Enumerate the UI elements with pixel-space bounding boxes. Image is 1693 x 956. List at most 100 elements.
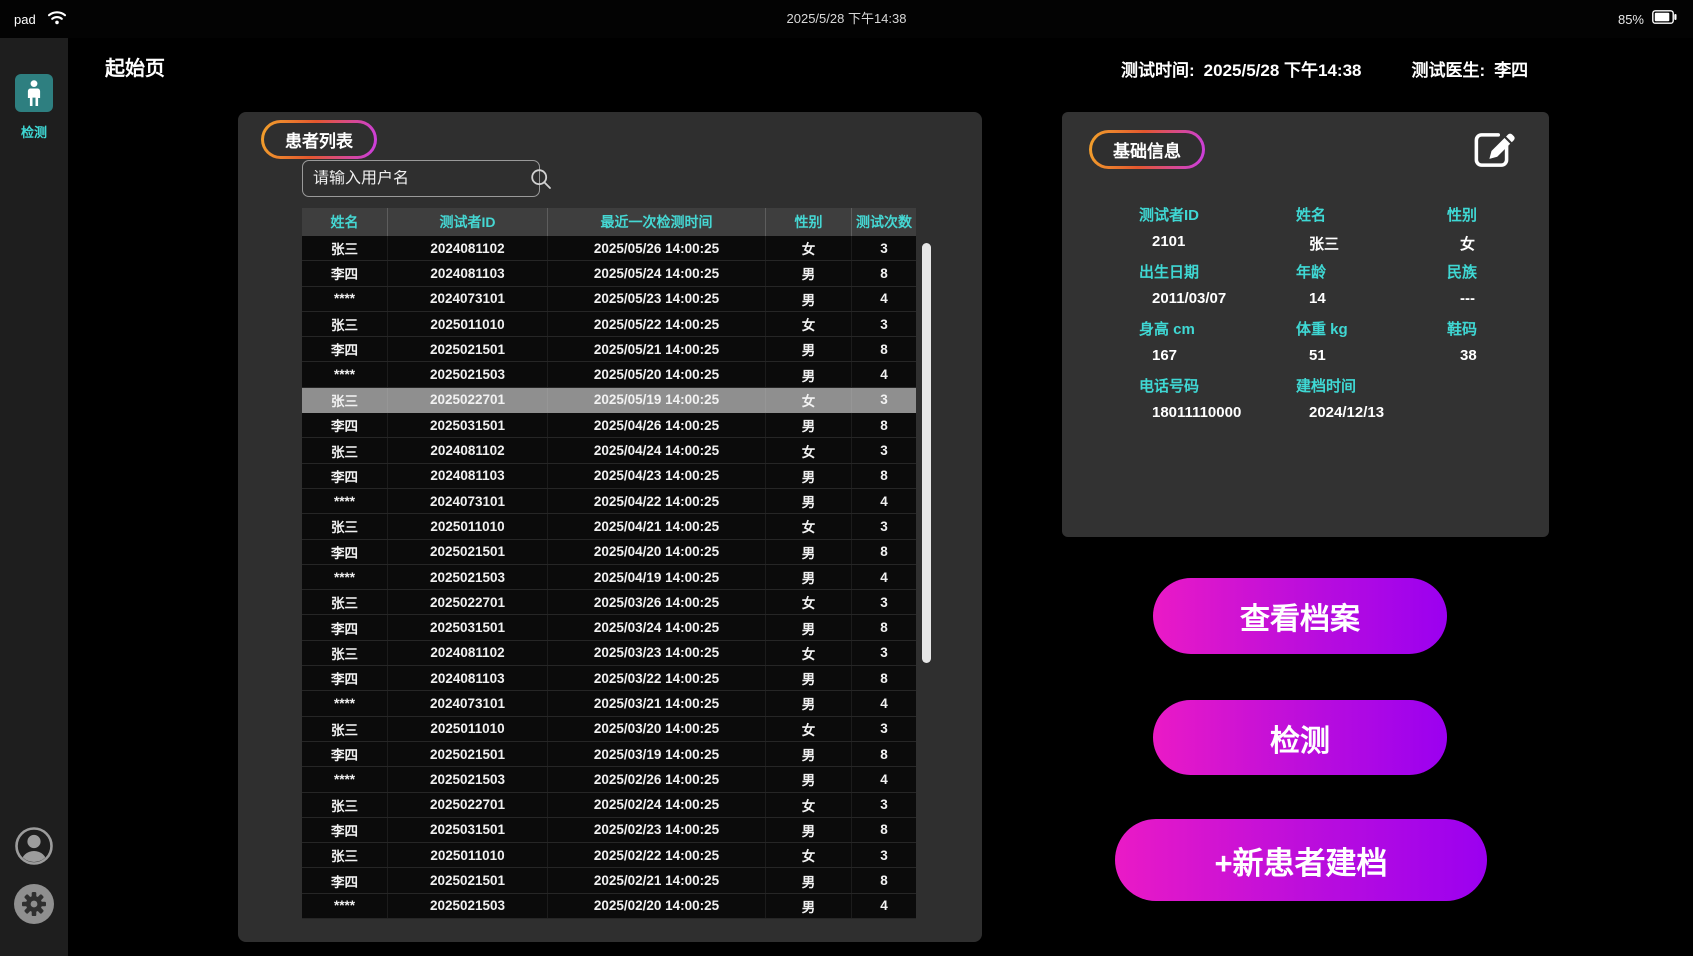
new-patient-button[interactable]: +新患者建档 <box>1115 819 1487 901</box>
detect-button[interactable]: 检测 <box>1153 700 1447 775</box>
table-row[interactable]: 李四20250215012025/05/21 14:00:25男8 <box>302 337 916 362</box>
table-cell: 3 <box>852 312 916 336</box>
table-row[interactable]: 李四20250315012025/02/23 14:00:25男8 <box>302 818 916 843</box>
info-field: 体重 kg51 <box>1296 318 1447 375</box>
table-row[interactable]: 李四20240811032025/04/23 14:00:25男8 <box>302 464 916 489</box>
table-cell: 男 <box>766 362 852 386</box>
table-row[interactable]: 张三20250110102025/02/22 14:00:25女3 <box>302 843 916 868</box>
wifi-icon <box>47 9 67 30</box>
table-row[interactable]: 张三20250227012025/05/19 14:00:25女3 <box>302 388 916 413</box>
table-cell: 3 <box>852 641 916 665</box>
table-cell: 2025/03/26 14:00:25 <box>548 590 766 614</box>
table-row[interactable]: 张三20250110102025/04/21 14:00:25女3 <box>302 514 916 539</box>
table-row[interactable]: ****20250215032025/02/20 14:00:25男4 <box>302 894 916 919</box>
edit-pencil-icon[interactable] <box>1467 125 1517 175</box>
table-cell: 张三 <box>302 641 388 665</box>
table-cell: 2024081103 <box>388 666 548 690</box>
table-row[interactable]: 李四20250215012025/04/20 14:00:25男8 <box>302 540 916 565</box>
table-cell: 3 <box>852 793 916 817</box>
info-field: 性别女 <box>1447 204 1527 261</box>
info-field-value: 2011/03/07 <box>1139 290 1296 307</box>
table-cell: 2024081103 <box>388 261 548 285</box>
table-cell: 2025/05/22 14:00:25 <box>548 312 766 336</box>
table-cell: 女 <box>766 514 852 538</box>
table-row[interactable]: 张三20240811022025/05/26 14:00:25女3 <box>302 236 916 261</box>
table-cell: 2025011010 <box>388 312 548 336</box>
table-header-row: 姓名测试者ID最近一次检测时间性别测试次数 <box>302 208 916 236</box>
table-cell: **** <box>302 565 388 589</box>
sidebar-item-detect[interactable]: 检测 <box>0 74 68 141</box>
table-cell: 3 <box>852 514 916 538</box>
table-cell: 女 <box>766 793 852 817</box>
table-cell: **** <box>302 767 388 791</box>
table-cell: 2025/02/22 14:00:25 <box>548 843 766 867</box>
table-row[interactable]: 张三20240811022025/04/24 14:00:25女3 <box>302 438 916 463</box>
battery-percent: 85% <box>1618 12 1644 27</box>
table-cell: 男 <box>766 742 852 766</box>
magnifier-icon[interactable] <box>530 168 552 190</box>
table-cell: 男 <box>766 287 852 311</box>
table-cell: 2025/02/20 14:00:25 <box>548 894 766 918</box>
table-cell: 2024073101 <box>388 489 548 513</box>
user-avatar-icon[interactable] <box>14 826 54 866</box>
table-row[interactable]: ****20250215032025/04/19 14:00:25男4 <box>302 565 916 590</box>
info-field-value: 167 <box>1139 347 1296 364</box>
table-row[interactable]: 李四20240811032025/05/24 14:00:25男8 <box>302 261 916 286</box>
table-cell: 3 <box>852 388 916 412</box>
table-row[interactable]: 李四20250315012025/03/24 14:00:25男8 <box>302 615 916 640</box>
table-cell: 2025/04/20 14:00:25 <box>548 540 766 564</box>
table-row[interactable]: 李四20250215012025/02/21 14:00:25男8 <box>302 868 916 893</box>
table-row[interactable]: 张三20250110102025/05/22 14:00:25女3 <box>302 312 916 337</box>
table-cell: 李四 <box>302 868 388 892</box>
table-row[interactable]: ****20240731012025/05/23 14:00:25男4 <box>302 287 916 312</box>
table-row[interactable]: 张三20250227012025/03/26 14:00:25女3 <box>302 590 916 615</box>
table-row[interactable]: 张三20250110102025/03/20 14:00:25女3 <box>302 717 916 742</box>
table-cell: 男 <box>766 767 852 791</box>
table-row[interactable]: ****20250215032025/02/26 14:00:25男4 <box>302 767 916 792</box>
table-cell: 2025021503 <box>388 767 548 791</box>
info-field-value: 51 <box>1296 347 1447 364</box>
table-cell: 2025/03/19 14:00:25 <box>548 742 766 766</box>
table-cell: 2025/04/21 14:00:25 <box>548 514 766 538</box>
table-cell: 张三 <box>302 843 388 867</box>
table-cell: 李四 <box>302 261 388 285</box>
view-archive-button[interactable]: 查看档案 <box>1153 578 1447 654</box>
table-cell: 2024081103 <box>388 464 548 488</box>
table-cell: 女 <box>766 641 852 665</box>
table-cell: 男 <box>766 615 852 639</box>
table-cell: 男 <box>766 691 852 715</box>
table-cell: 2025/04/26 14:00:25 <box>548 413 766 437</box>
info-field-label: 民族 <box>1447 261 1527 282</box>
scrollbar-thumb[interactable] <box>922 243 931 663</box>
table-cell: 男 <box>766 868 852 892</box>
basic-info-panel: 基础信息 测试者ID2101姓名张三性别女出生日期2011/03/07年龄14民… <box>1062 112 1549 537</box>
column-header: 测试次数 <box>852 208 916 236</box>
table-cell: 男 <box>766 894 852 918</box>
gear-icon[interactable] <box>13 883 55 925</box>
table-cell: 李四 <box>302 540 388 564</box>
sidebar-item-label: 检测 <box>0 122 68 141</box>
table-cell: 张三 <box>302 236 388 260</box>
table-row[interactable]: ****20240731012025/03/21 14:00:25男4 <box>302 691 916 716</box>
table-row[interactable]: 李四20250315012025/04/26 14:00:25男8 <box>302 413 916 438</box>
table-cell: 李四 <box>302 464 388 488</box>
table-cell: 女 <box>766 312 852 336</box>
table-cell: 2025/04/22 14:00:25 <box>548 489 766 513</box>
table-cell: 2025021501 <box>388 742 548 766</box>
search-input[interactable] <box>303 170 530 188</box>
basic-info-badge: 基础信息 <box>1089 130 1205 169</box>
table-cell: 2025021503 <box>388 565 548 589</box>
table-row[interactable]: ****20240731012025/04/22 14:00:25男4 <box>302 489 916 514</box>
table-row[interactable]: 张三20250227012025/02/24 14:00:25女3 <box>302 793 916 818</box>
table-cell: 8 <box>852 615 916 639</box>
info-field: 鞋码38 <box>1447 318 1527 375</box>
table-cell: 2024073101 <box>388 287 548 311</box>
table-row[interactable]: 李四20250215012025/03/19 14:00:25男8 <box>302 742 916 767</box>
table-row[interactable]: 李四20240811032025/03/22 14:00:25男8 <box>302 666 916 691</box>
info-field-label: 出生日期 <box>1139 261 1296 282</box>
info-field-value: 38 <box>1447 347 1527 364</box>
table-cell: 李四 <box>302 742 388 766</box>
table-row[interactable]: ****20250215032025/05/20 14:00:25男4 <box>302 362 916 387</box>
patient-list-badge: 患者列表 <box>261 120 377 159</box>
table-row[interactable]: 张三20240811022025/03/23 14:00:25女3 <box>302 641 916 666</box>
